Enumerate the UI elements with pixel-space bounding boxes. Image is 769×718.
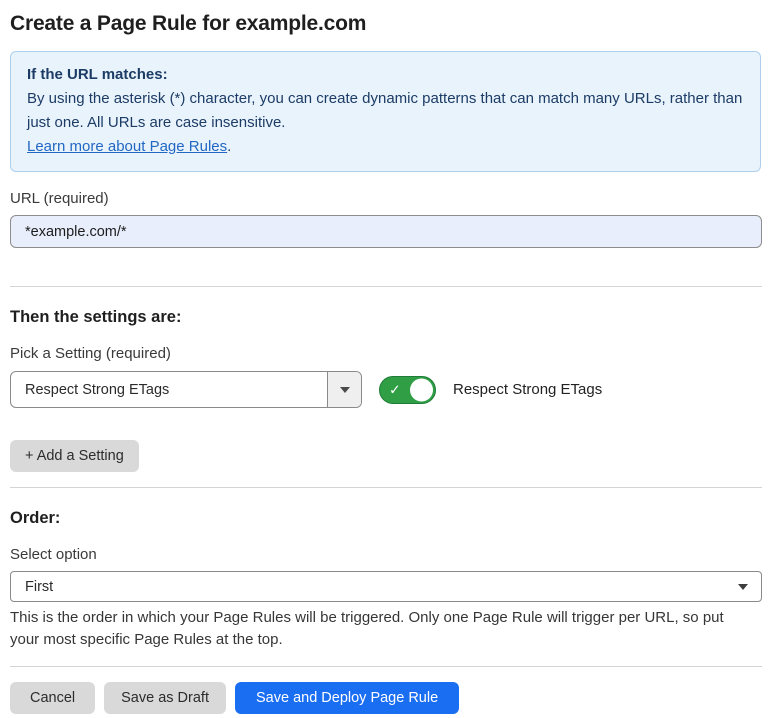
setting-select[interactable]: Respect Strong ETags (10, 371, 362, 408)
info-callout-heading: If the URL matches: (27, 63, 744, 87)
info-callout-link-line: Learn more about Page Rules. (27, 135, 744, 159)
url-match-info-callout: If the URL matches: By using the asteris… (10, 51, 761, 172)
create-page-rule-form: Create a Page Rule for example.com If th… (0, 0, 769, 714)
divider (10, 487, 762, 488)
setting-picker-label: Pick a Setting (required) (10, 345, 761, 362)
setting-select-value: Respect Strong ETags (11, 372, 327, 407)
cancel-button[interactable]: Cancel (10, 682, 95, 714)
order-select-label: Select option (10, 546, 761, 563)
save-and-deploy-button[interactable]: Save and Deploy Page Rule (235, 682, 459, 714)
url-input[interactable] (10, 215, 762, 248)
respect-strong-etags-toggle[interactable]: ✓ (379, 376, 436, 404)
divider (10, 286, 762, 287)
info-callout-body: By using the asterisk (*) character, you… (27, 87, 744, 135)
toggle-knob (410, 378, 433, 401)
divider (10, 666, 762, 667)
url-field-label: URL (required) (10, 190, 761, 207)
order-select-value: First (25, 579, 53, 595)
order-section-heading: Order: (10, 509, 761, 528)
add-setting-button[interactable]: + Add a Setting (10, 440, 139, 472)
chevron-down-icon (738, 584, 748, 590)
link-suffix: . (227, 138, 231, 155)
save-as-draft-button[interactable]: Save as Draft (104, 682, 226, 714)
chevron-down-icon (340, 387, 350, 393)
toggle-label: Respect Strong ETags (453, 381, 602, 398)
page-title: Create a Page Rule for example.com (10, 12, 761, 36)
setting-row: Respect Strong ETags ✓ Respect Strong ET… (10, 371, 761, 408)
setting-select-arrow-button[interactable] (327, 372, 361, 407)
learn-more-link[interactable]: Learn more about Page Rules (27, 138, 227, 155)
order-select[interactable]: First (10, 571, 762, 602)
footer-actions: Cancel Save as Draft Save and Deploy Pag… (10, 682, 761, 714)
check-icon: ✓ (389, 382, 401, 396)
order-help-text: This is the order in which your Page Rul… (10, 607, 750, 651)
settings-section-heading: Then the settings are: (10, 308, 761, 327)
